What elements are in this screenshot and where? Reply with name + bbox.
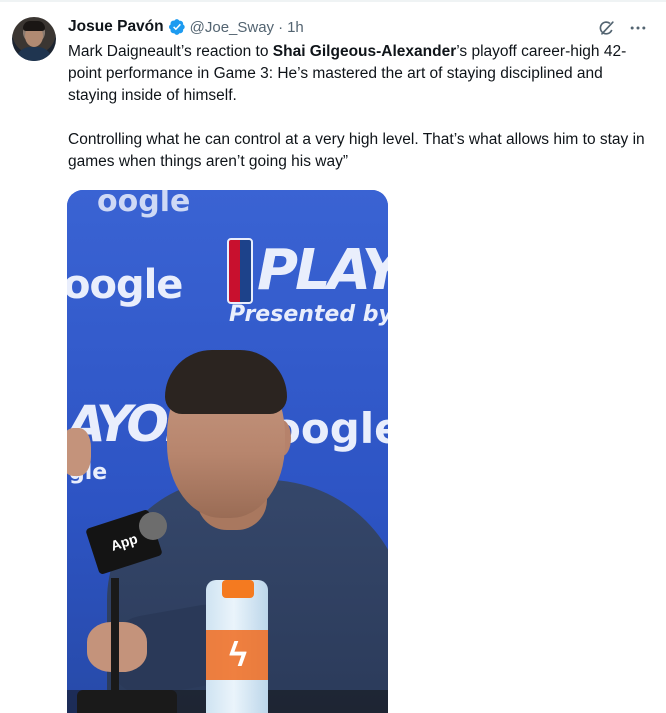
bottle-cap — [222, 580, 254, 598]
avatar-hair — [23, 21, 45, 31]
backdrop-playoffs-top: PLAYOFF — [257, 238, 388, 303]
grok-icon — [599, 21, 614, 35]
backdrop-text-top: oogle — [97, 190, 191, 219]
grok-button[interactable] — [596, 17, 618, 39]
tweet-paragraph-1: Mark Daigneault’s reaction to Shai Gilge… — [68, 41, 654, 107]
author-avatar[interactable] — [12, 17, 56, 61]
tweet-paragraph-2: Controlling what he can control at a ver… — [68, 131, 645, 170]
person-hair — [165, 350, 287, 414]
more-horizontal-icon — [630, 26, 646, 30]
separator-dot: · — [278, 18, 284, 36]
person-fist — [67, 428, 91, 476]
text-segment: Mark Daigneault’s reaction to — [68, 43, 273, 60]
tweet-media-image[interactable]: oogle oogle PLAYOFF Presented by Google … — [67, 190, 388, 713]
backdrop-presented-by: Presented by Google — [229, 302, 388, 327]
nba-logo-icon — [227, 238, 253, 304]
tweet-text: Mark Daigneault’s reaction to Shai Gilge… — [68, 41, 654, 173]
bolt-logo-icon: ϟ — [229, 636, 247, 674]
avatar-shirt — [16, 47, 52, 61]
verified-badge-icon[interactable] — [168, 18, 186, 36]
tweet-header: Josue Pavón @Joe_Sway · 1h — [68, 16, 304, 38]
author-handle[interactable]: @Joe_Sway — [190, 19, 274, 36]
microphone-base — [77, 690, 177, 713]
more-options-button[interactable] — [626, 17, 650, 39]
author-display-name[interactable]: Josue Pavón — [68, 18, 164, 36]
post-timestamp[interactable]: 1h — [287, 19, 304, 36]
tweet-post[interactable]: Josue Pavón @Joe_Sway · 1h Mark Daigneau… — [0, 0, 666, 713]
mentioned-player: Shai Gilgeous-Alexander — [272, 43, 457, 60]
microphone-head — [139, 512, 167, 540]
backdrop-google-left: oogle — [67, 262, 183, 308]
